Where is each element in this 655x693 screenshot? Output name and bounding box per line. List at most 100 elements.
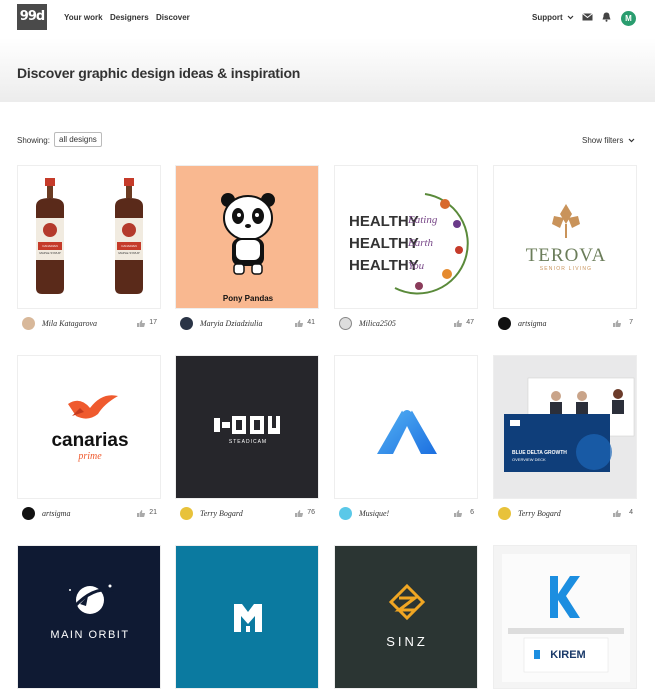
design-meta: Musique! 6 — [334, 507, 478, 521]
designer-avatar[interactable] — [339, 507, 352, 520]
thumbs-up-icon[interactable] — [137, 510, 145, 517]
like-count: 17 — [149, 319, 157, 326]
like-count: 41 — [307, 319, 315, 326]
designer-name[interactable]: Mila Katagarova — [42, 319, 97, 328]
designer-avatar[interactable] — [22, 507, 35, 520]
chevron-down-icon — [567, 15, 574, 20]
design-meta: Milica2505 47 — [334, 317, 478, 331]
thumbs-up-icon[interactable] — [295, 510, 303, 517]
logo-text: Pony Pandas — [223, 294, 274, 303]
label-text: MAPLE SYRUP — [39, 251, 60, 255]
thumbs-up-icon[interactable] — [613, 510, 621, 517]
support-label: Support — [532, 13, 563, 22]
designer-avatar[interactable] — [498, 317, 511, 330]
design-image: KIREM — [502, 554, 630, 682]
slide-title: BLUE DELTA GROWTH — [512, 450, 567, 456]
design-card-canarias[interactable]: canarias prime — [17, 355, 161, 499]
design-filter-select[interactable]: all designs — [54, 132, 102, 147]
design-card-main-orbit[interactable]: MAIN ORBIT — [17, 545, 161, 689]
design-card-terova[interactable]: TEROVA SENIOR LIVING — [493, 165, 637, 309]
thumbs-up-icon[interactable] — [137, 320, 145, 327]
designer-name[interactable]: artsigma — [518, 319, 546, 328]
nav-discover[interactable]: Discover — [156, 13, 190, 22]
design-meta: Maryia Dziadziulia 41 — [175, 317, 319, 331]
like-count: 47 — [466, 319, 474, 326]
script-text: You — [408, 260, 425, 272]
design-image: CANADIAN MAPLE SYRUP CANADIAN MAPLE SYRU… — [36, 178, 143, 294]
showing-label: Showing: — [17, 136, 50, 145]
design-card-kirem[interactable]: KIREM — [493, 545, 637, 689]
design-card-a-logo[interactable] — [334, 355, 478, 499]
designer-name[interactable]: Maryia Dziadziulia — [200, 319, 262, 328]
design-meta: Mila Katagarova 17 — [17, 317, 161, 331]
design-image: SINZ — [386, 583, 428, 649]
design-card-sinz[interactable]: SINZ — [334, 545, 478, 689]
brand-text: canarias — [51, 430, 128, 451]
design-meta: Terry Bogard 4 — [493, 507, 637, 521]
tagline-text: SENIOR LIVING — [540, 266, 593, 272]
design-card-maple-syrup[interactable]: CANADIAN MAPLE SYRUP CANADIAN MAPLE SYRU… — [17, 165, 161, 309]
brand-text: STEADICAM — [229, 439, 267, 445]
design-image — [377, 402, 437, 454]
script-text: Earth — [407, 237, 434, 249]
like-count: 6 — [470, 509, 474, 516]
thumbs-up-icon[interactable] — [454, 510, 462, 517]
brand-text: TEROVA — [526, 245, 607, 266]
show-filters-label: Show filters — [582, 136, 624, 145]
design-image: Pony Pandas — [221, 193, 275, 303]
user-avatar[interactable]: M — [621, 11, 636, 26]
design-image — [234, 604, 262, 632]
thumbs-up-icon[interactable] — [613, 320, 621, 327]
brand-text: MAIN ORBIT — [50, 629, 129, 641]
thumbs-up-icon[interactable] — [295, 320, 303, 327]
design-image: BLUE DELTA GROWTH OVERVIEW DECK — [504, 377, 635, 472]
designer-avatar[interactable] — [180, 507, 193, 520]
design-image: HEALTHY HEALTHY HEALTHY Eating Earth You — [349, 193, 469, 295]
hero-banner: Discover graphic design ideas & inspirat… — [0, 38, 655, 102]
tagline-text: prime — [77, 451, 102, 462]
designer-avatar[interactable] — [339, 317, 352, 330]
site-logo[interactable]: 99d — [17, 4, 47, 30]
nav-designers[interactable]: Designers — [110, 13, 149, 22]
designer-name[interactable]: artsigma — [42, 509, 70, 518]
mail-icon[interactable] — [582, 12, 593, 22]
label-text: MAPLE SYRUP — [118, 251, 139, 255]
slide-subtitle: OVERVIEW DECK — [512, 457, 546, 462]
design-meta: Terry Bogard 76 — [175, 507, 319, 521]
design-card-panda[interactable]: Pony Pandas — [175, 165, 319, 309]
like-count: 76 — [307, 509, 315, 516]
designer-avatar[interactable] — [180, 317, 193, 330]
like-count: 4 — [629, 509, 633, 516]
page-title: Discover graphic design ideas & inspirat… — [17, 65, 301, 81]
design-meta: artsigma 21 — [17, 507, 161, 521]
thumbs-up-icon[interactable] — [454, 320, 462, 327]
design-image: MAIN ORBIT — [50, 584, 129, 641]
like-count: 21 — [149, 509, 157, 516]
show-filters-toggle[interactable]: Show filters — [582, 136, 635, 145]
design-card-steadicam[interactable]: STEADICAM — [175, 355, 319, 499]
top-navigation: 99d Your work Designers Discover Support… — [0, 0, 655, 38]
designer-name[interactable]: Milica2505 — [359, 319, 396, 328]
design-card-blue-delta[interactable]: BLUE DELTA GROWTH OVERVIEW DECK — [493, 355, 637, 499]
bell-icon[interactable] — [601, 12, 612, 22]
label-text: CANADIAN — [42, 244, 58, 248]
designer-name[interactable]: Musique! — [359, 509, 389, 518]
designer-avatar[interactable] — [22, 317, 35, 330]
design-image: STEADICAM — [214, 416, 280, 445]
nav-your-work[interactable]: Your work — [64, 13, 103, 22]
chevron-down-icon — [628, 138, 635, 143]
designer-avatar[interactable] — [498, 507, 511, 520]
designer-name[interactable]: Terry Bogard — [518, 509, 561, 518]
like-count: 7 — [629, 319, 633, 326]
design-card-m-logo[interactable] — [175, 545, 319, 689]
brand-text: KIREM — [550, 649, 585, 661]
design-image: canarias prime — [51, 395, 129, 462]
design-meta: artsigma 7 — [493, 317, 637, 331]
support-menu[interactable]: Support — [532, 13, 574, 22]
brand-text: SINZ — [386, 634, 428, 649]
label-text: CANADIAN — [121, 244, 137, 248]
design-image: TEROVA SENIOR LIVING — [526, 204, 607, 272]
designer-name[interactable]: Terry Bogard — [200, 509, 243, 518]
design-card-healthy[interactable]: HEALTHY HEALTHY HEALTHY Eating Earth You — [334, 165, 478, 309]
script-text: Eating — [407, 214, 438, 226]
